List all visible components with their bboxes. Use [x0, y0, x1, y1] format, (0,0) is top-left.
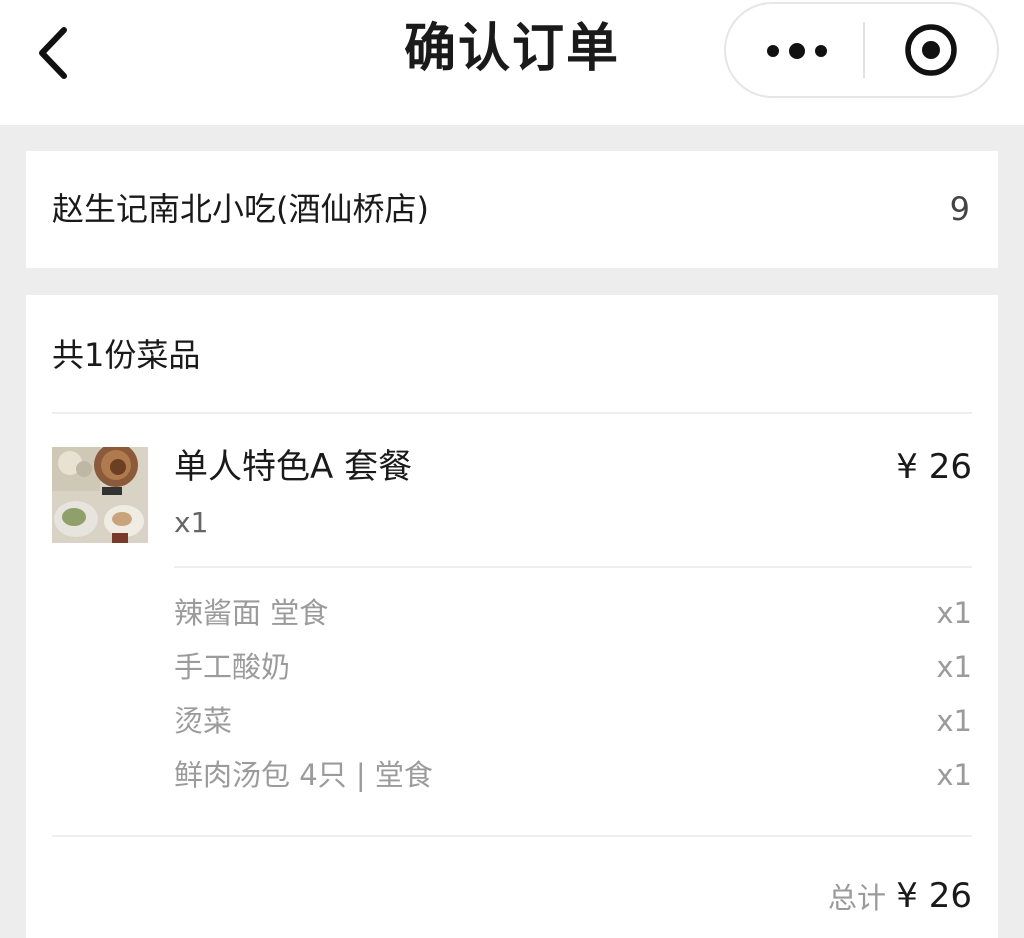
item-price: ¥ 26 [896, 447, 972, 487]
target-close-icon [905, 24, 957, 76]
sub-item-quantity: x1 [936, 650, 972, 684]
sub-item: 鲜肉汤包 4只 | 堂食 x1 [174, 753, 972, 807]
total-value: ¥ 26 [896, 876, 972, 916]
sub-item-name: 辣酱面 堂食 [174, 596, 329, 630]
divider [52, 835, 972, 837]
divider [52, 412, 972, 414]
sub-item-quantity: x1 [936, 596, 972, 630]
sub-item-name: 手工酸奶 [174, 650, 291, 684]
more-button[interactable] [726, 4, 863, 96]
shop-card[interactable]: 赵生记南北小吃(酒仙桥店) 9 [26, 151, 998, 268]
shop-name: 赵生记南北小吃(酒仙桥店) [52, 190, 429, 228]
sub-item-quantity: x1 [936, 704, 972, 738]
item-quantity: x1 [174, 506, 209, 539]
order-card: 共1份菜品 单人特色A 套餐 x1 ¥ 26 辣酱面 堂食 x1 手工酸奶 x1… [26, 295, 998, 938]
dish-count-label: 共1份菜品 [52, 336, 201, 374]
sub-item-list: 辣酱面 堂食 x1 手工酸奶 x1 烫菜 x1 鲜肉汤包 4只 | 堂食 x1 [174, 591, 972, 807]
shop-count: 9 [949, 190, 970, 228]
sub-item-quantity: x1 [936, 758, 972, 792]
close-button[interactable] [865, 4, 997, 96]
item-thumbnail [52, 447, 148, 543]
nav-bar: 确认订单 [0, 0, 1024, 125]
mini-program-capsule [724, 2, 999, 98]
divider [174, 566, 972, 568]
sub-item: 烫菜 x1 [174, 699, 972, 753]
total-label: 总计 [827, 881, 886, 915]
sub-item-name: 鲜肉汤包 4只 | 堂食 [174, 758, 433, 792]
item-name: 单人特色A 套餐 [174, 447, 413, 487]
sub-item: 手工酸奶 x1 [174, 645, 972, 699]
more-dots-icon [767, 43, 827, 59]
sub-item-name: 烫菜 [174, 704, 233, 738]
sub-item: 辣酱面 堂食 x1 [174, 591, 972, 645]
